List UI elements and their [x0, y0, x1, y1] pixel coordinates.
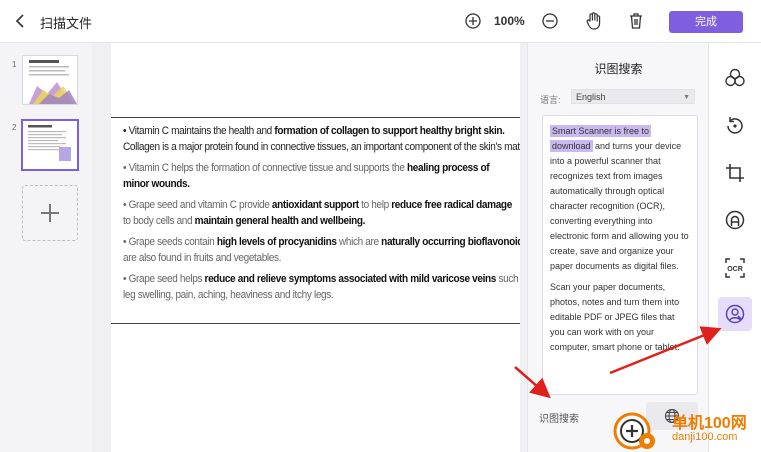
back-arrow-icon[interactable]: [12, 11, 30, 31]
rotate-icon[interactable]: [722, 113, 748, 139]
watermark-icon: [613, 412, 655, 450]
thumbnail-sidebar: 1 2: [0, 43, 93, 452]
add-page-button[interactable]: [22, 185, 78, 241]
doc-line: are also found in fruits and vegetables.: [123, 252, 282, 264]
image-search-panel: 识图搜索 语言: English ▼ Smart Scanner is free…: [527, 43, 709, 452]
thumbnail-page-2[interactable]: [21, 119, 79, 171]
document-page: • Vitamin C maintains the health and for…: [111, 43, 520, 452]
doc-line: Collagen is a major protein found in con…: [123, 141, 520, 153]
document-canvas: • Vitamin C maintains the health and for…: [92, 43, 527, 452]
panel-title: 识图搜索: [594, 62, 643, 76]
selected-text-region[interactable]: • Vitamin C maintains the health and for…: [111, 117, 520, 324]
page-title: 扫描文件: [40, 16, 93, 31]
caret-down-icon: ▼: [683, 94, 690, 101]
delete-icon[interactable]: [626, 11, 646, 31]
stamp-icon[interactable]: [722, 207, 748, 233]
thumbnail-page-1[interactable]: [22, 55, 78, 105]
shapes-icon[interactable]: [722, 65, 748, 91]
zoom-out-icon[interactable]: [540, 11, 560, 31]
thumbnail-number: 2: [12, 123, 17, 132]
doc-line: minor wounds.: [123, 178, 190, 190]
doc-line: to body cells and maintain general healt…: [123, 215, 366, 227]
zoom-in-icon[interactable]: [463, 11, 483, 31]
doc-line: • Vitamin C helps the formation of conne…: [123, 162, 490, 174]
watermark-url: danji100.com: [672, 431, 738, 443]
language-value: English: [576, 92, 606, 102]
language-label: 语言:: [540, 95, 561, 105]
right-toolbar: OCR: [708, 43, 761, 452]
ocr-icon-label: OCR: [727, 266, 743, 273]
doc-line: leg swelling, pain, aching, heaviness an…: [123, 289, 334, 301]
doc-line: • Vitamin C maintains the health and for…: [123, 125, 505, 137]
watermark-logo: 单机100网 danji100.com: [610, 405, 761, 452]
zoom-level: 100%: [494, 14, 525, 28]
doc-line: • Grape seed and vitamin C provide antio…: [123, 199, 512, 211]
ocr-result-textarea[interactable]: Smart Scanner is free to download and tur…: [542, 115, 698, 395]
image-search-icon[interactable]: [718, 297, 752, 331]
top-bar: 扫描文件 100% 完成: [0, 0, 761, 43]
thumbnail-number: 1: [12, 60, 17, 69]
hand-tool-icon[interactable]: [584, 11, 604, 31]
ocr-result-text: Smart Scanner is free to download and tur…: [550, 125, 689, 352]
doc-line: • Grape seed helps reduce and relieve sy…: [123, 273, 520, 285]
doc-line: • Grape seeds contain high levels of pro…: [123, 236, 520, 248]
ocr-icon[interactable]: OCR: [722, 255, 748, 281]
highlighted-text: Smart Scanner is free to: [550, 125, 652, 137]
watermark-text: 单机100网: [672, 415, 747, 432]
image-search-label: 识图搜索: [539, 414, 579, 425]
crop-icon[interactable]: [722, 160, 748, 186]
language-select[interactable]: English ▼: [571, 89, 695, 104]
highlighted-text: download: [550, 140, 593, 152]
done-button[interactable]: 完成: [669, 11, 743, 33]
